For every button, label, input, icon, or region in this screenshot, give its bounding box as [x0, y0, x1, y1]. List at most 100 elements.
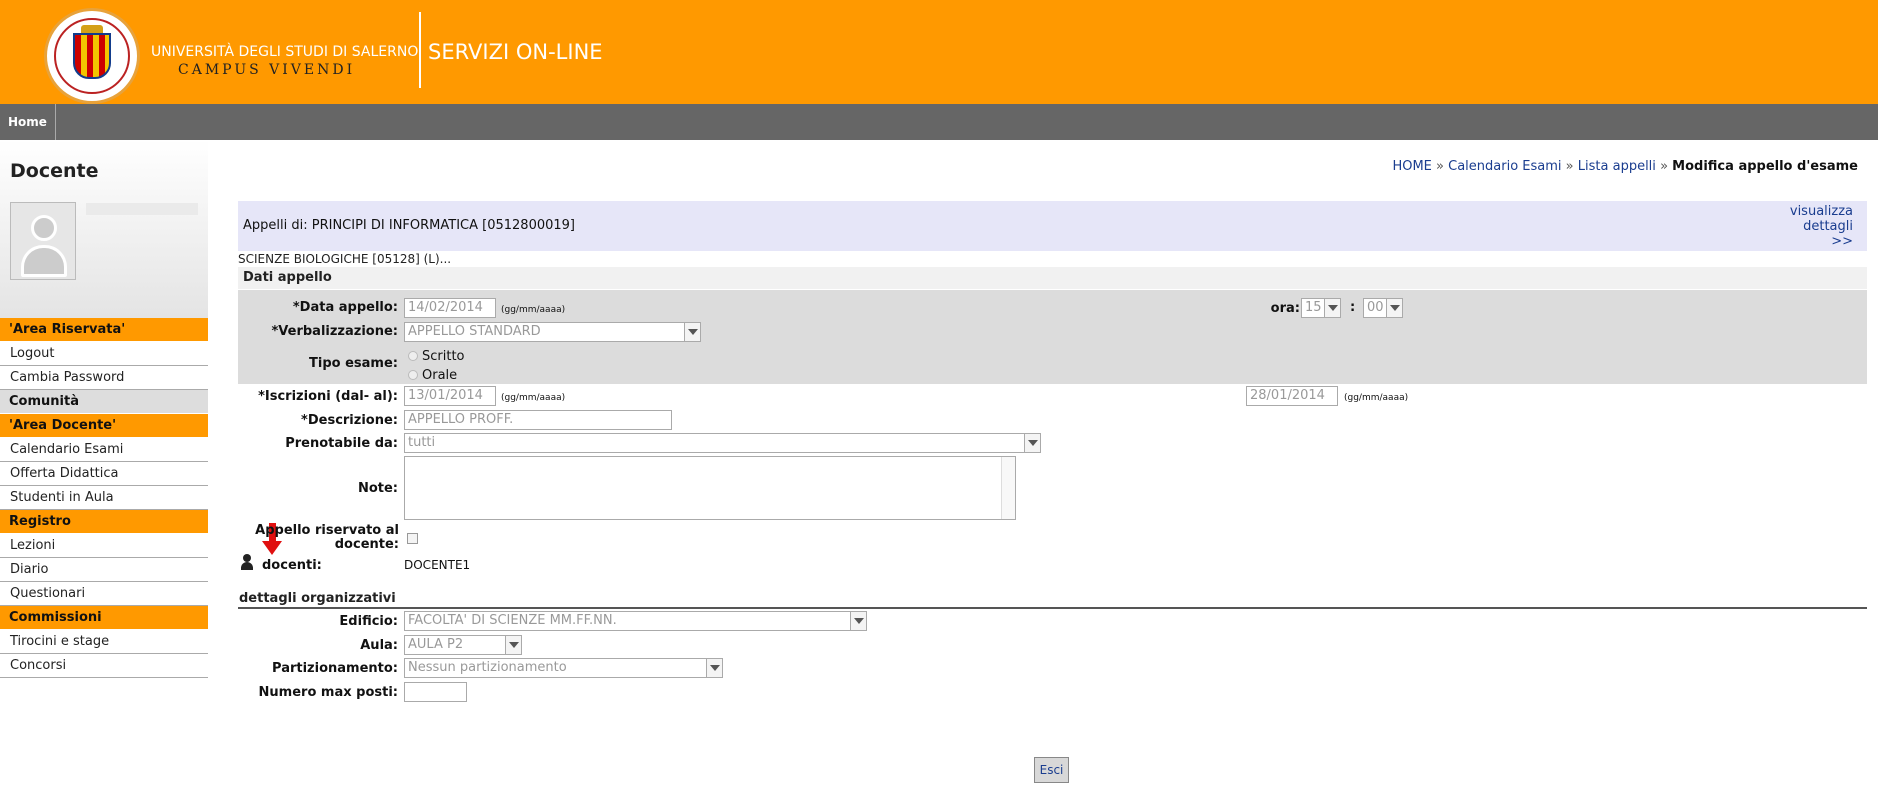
partizionamento-value: Nessun partizionamento — [408, 660, 567, 675]
profile-panel: Docente — [0, 140, 208, 318]
iscrizioni-to-input[interactable]: 28/01/2014 — [1246, 386, 1338, 406]
note-textarea[interactable] — [404, 456, 1016, 520]
esci-button[interactable]: Esci — [1034, 757, 1069, 783]
chevron-down-icon — [684, 323, 700, 341]
ora-separator: : — [1350, 300, 1356, 315]
sidebar: Docente 'Area Riservata' Logout Cambia P… — [0, 140, 208, 678]
descrizione-input[interactable]: APPELLO PROFF. — [404, 410, 672, 430]
site-header: UNIVERSITÀ DEGLI STUDI DI SALERNO CAMPUS… — [0, 0, 1878, 104]
riservato-checkbox[interactable] — [407, 533, 418, 544]
chevron-down-icon — [1386, 299, 1402, 317]
breadcrumb-separator: » — [1436, 159, 1444, 174]
chevron-down-icon — [1024, 434, 1040, 452]
aula-value: AULA P2 — [408, 637, 464, 652]
verbalizzazione-value: APPELLO STANDARD — [408, 324, 541, 339]
sidebar-section-registro: Registro — [0, 510, 208, 534]
breadcrumb-lista[interactable]: Lista appelli — [1578, 159, 1656, 174]
service-title: SERVIZI ON-LINE — [428, 40, 603, 64]
note-scrollbar[interactable] — [1001, 457, 1015, 519]
partizionamento-select[interactable]: Nessun partizionamento — [404, 658, 723, 678]
user-avatar-icon — [10, 202, 76, 280]
ora-label: ora: — [1270, 301, 1300, 316]
sidebar-item-studenti-in-aula[interactable]: Studenti in Aula — [0, 486, 208, 510]
nav-home-link[interactable]: Home — [0, 104, 56, 140]
edificio-select[interactable]: FACOLTA' DI SCIENZE MM.FF.NN. — [404, 611, 867, 631]
top-nav: Home — [0, 104, 1878, 140]
iscrizioni-to-hint: (gg/mm/aaaa) — [1344, 393, 1409, 403]
sidebar-item-cambia-password[interactable]: Cambia Password — [0, 366, 208, 390]
docente-icon[interactable] — [240, 554, 254, 570]
verbalizzazione-label: *Verbalizzazione: — [271, 324, 399, 339]
sidebar-section-area-docente: 'Area Docente' — [0, 414, 208, 438]
appelli-title: Appelli di: PRINCIPI DI INFORMATICA [051… — [243, 218, 575, 233]
breadcrumb-separator: » — [1660, 159, 1669, 174]
data-appello-input[interactable]: 14/02/2014 — [404, 298, 496, 318]
ora-minute-value: 00 — [1367, 300, 1384, 315]
sidebar-item-logout[interactable]: Logout — [0, 342, 208, 366]
iscrizioni-from-hint: (gg/mm/aaaa) — [501, 393, 566, 403]
tipo-orale-radio[interactable] — [408, 370, 418, 380]
sidebar-item-lezioni[interactable]: Lezioni — [0, 534, 208, 558]
ora-hour-value: 15 — [1305, 300, 1322, 315]
sidebar-item-offerta-didattica[interactable]: Offerta Didattica — [0, 462, 208, 486]
numero-max-posti-label: Numero max posti: — [258, 685, 398, 700]
corso-label: SCIENZE BIOLOGICHE [05128] (L)... — [238, 252, 452, 266]
docenti-value: DOCENTE1 — [404, 558, 471, 572]
tipo-esame-label: Tipo esame: — [309, 356, 398, 371]
sidebar-item-calendario-esami[interactable]: Calendario Esami — [0, 438, 208, 462]
user-name-placeholder — [86, 203, 198, 215]
note-label: Note: — [357, 481, 398, 496]
ora-hour-select[interactable]: 15 — [1301, 298, 1341, 318]
edificio-label: Edificio: — [339, 614, 398, 629]
visualizza-dettagli-line3[interactable]: >> — [1790, 234, 1853, 249]
breadcrumb-home[interactable]: HOME — [1392, 159, 1431, 174]
chevron-down-icon — [1324, 299, 1340, 317]
data-appello-label: *Data appello: — [292, 300, 398, 315]
ora-minute-select[interactable]: 00 — [1363, 298, 1403, 318]
riservato-label: Appello riservato al docente: — [238, 524, 399, 552]
sidebar-item-concorsi[interactable]: Concorsi — [0, 654, 208, 678]
tipo-scritto-label: Scritto — [422, 349, 465, 364]
sidebar-section-comunita[interactable]: Comunità — [0, 390, 208, 414]
university-seal-icon[interactable] — [44, 8, 140, 104]
sidebar-section-area-riservata: 'Area Riservata' — [0, 318, 208, 342]
visualizza-dettagli-line2[interactable]: dettagli — [1790, 219, 1853, 234]
docenti-label: docenti: — [262, 558, 322, 573]
sidebar-item-questionari[interactable]: Questionari — [0, 582, 208, 606]
breadcrumb-calendario[interactable]: Calendario Esami — [1448, 159, 1561, 174]
visualizza-dettagli-link[interactable]: visualizza dettagli >> — [1790, 204, 1853, 249]
breadcrumb: HOME » Calendario Esami » Lista appelli … — [1392, 159, 1858, 174]
prenotabile-select[interactable]: tutti — [404, 433, 1041, 453]
numero-max-posti-input[interactable] — [404, 682, 467, 702]
prenotabile-value: tutti — [408, 435, 436, 450]
university-name: UNIVERSITÀ DEGLI STUDI DI SALERNO — [151, 44, 419, 60]
descrizione-label: *Descrizione: — [301, 413, 398, 428]
prenotabile-label: Prenotabile da: — [285, 436, 398, 451]
partizionamento-label: Partizionamento: — [272, 661, 398, 676]
chevron-down-icon — [706, 659, 722, 677]
header-divider — [419, 12, 421, 88]
sidebar-item-diario[interactable]: Diario — [0, 558, 208, 582]
iscrizioni-from-input[interactable]: 13/01/2014 — [404, 386, 496, 406]
iscrizioni-label: *Iscrizioni (dal- al): — [258, 389, 398, 404]
riservato-label-line2: docente: — [334, 537, 399, 552]
aula-label: Aula: — [360, 638, 398, 653]
sidebar-item-tirocini-e-stage[interactable]: Tirocini e stage — [0, 630, 208, 654]
edificio-value: FACOLTA' DI SCIENZE MM.FF.NN. — [408, 613, 617, 628]
sidebar-title: Docente — [10, 160, 99, 182]
data-appello-hint: (gg/mm/aaaa) — [501, 305, 566, 315]
visualizza-dettagli-line1[interactable]: visualizza — [1790, 204, 1853, 219]
aula-select[interactable]: AULA P2 — [404, 635, 522, 655]
chevron-down-icon — [505, 636, 521, 654]
tipo-scritto-radio[interactable] — [408, 351, 418, 361]
university-motto: CAMPUS VIVENDI — [178, 62, 356, 78]
riservato-label-line1: Appello riservato al — [255, 523, 399, 538]
dati-appello-header: Dati appello — [238, 267, 1867, 289]
chevron-down-icon — [850, 612, 866, 630]
breadcrumb-current: Modifica appello d'esame — [1672, 159, 1858, 174]
sidebar-section-commissioni: Commissioni — [0, 606, 208, 630]
verbalizzazione-select[interactable]: APPELLO STANDARD — [404, 322, 701, 342]
tipo-orale-label: Orale — [422, 368, 458, 383]
dettagli-organizzativi-header: dettagli organizzativi — [238, 591, 1867, 609]
appelli-header: Appelli di: PRINCIPI DI INFORMATICA [051… — [238, 201, 1867, 251]
